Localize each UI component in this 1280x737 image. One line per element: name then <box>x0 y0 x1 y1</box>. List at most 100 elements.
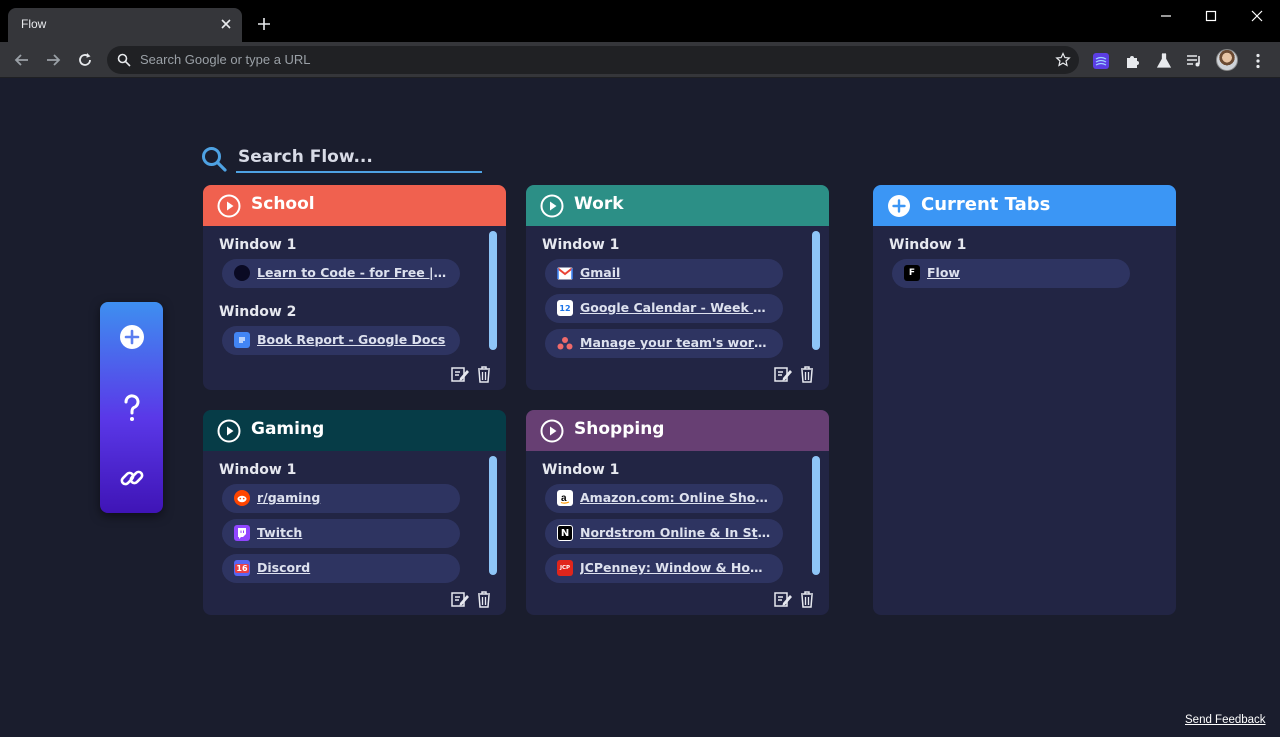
question-mark-icon <box>124 394 140 421</box>
discord-icon: 16 <box>234 560 250 576</box>
tab-item-title: Twitch <box>257 525 303 540</box>
group-card-work: Work Window 1 Gmail 12 Google Calendar -… <box>526 185 829 390</box>
reload-icon[interactable] <box>75 50 95 70</box>
tab-item[interactable]: 12 Google Calendar - Week of ... <box>545 294 783 323</box>
tab-item-title: Amazon.com: Online Shopp... <box>580 490 772 505</box>
tab-item[interactable]: Twitch <box>222 519 460 548</box>
group-actions <box>773 589 819 609</box>
jcpenney-icon: JCP <box>557 560 573 576</box>
tab-item[interactable]: 16 Discord <box>222 554 460 583</box>
scrollbar[interactable] <box>812 456 820 575</box>
play-circle-icon[interactable] <box>217 419 241 443</box>
media-queue-icon[interactable] <box>1185 52 1203 70</box>
extensions-puzzle-icon[interactable] <box>1124 52 1142 70</box>
scrollbar[interactable] <box>489 231 497 350</box>
window-label: Window 1 <box>889 237 967 253</box>
forward-icon[interactable] <box>43 50 63 70</box>
minimize-icon[interactable] <box>1154 6 1178 26</box>
nordstrom-letter: N <box>560 527 570 539</box>
twitch-icon <box>234 525 250 541</box>
group-card-shopping: Shopping Window 1 a Amazon.com: Online S… <box>526 410 829 615</box>
window-label: Window 2 <box>219 304 297 320</box>
tab-item[interactable]: Learn to Code - for Free | C... <box>222 259 460 288</box>
group-title: Gaming <box>251 419 325 439</box>
tab-item-title: Learn to Code - for Free | C... <box>257 265 449 280</box>
share-link-button[interactable] <box>116 462 148 494</box>
browser-toolbar: Search Google or type a URL <box>0 42 1280 78</box>
help-button[interactable] <box>116 392 148 424</box>
trash-icon[interactable] <box>474 364 494 384</box>
browser-menu-icon[interactable] <box>1249 52 1267 70</box>
flow-letter: F <box>908 268 916 278</box>
current-tabs-title: Current Tabs <box>921 194 1051 215</box>
trash-icon[interactable] <box>474 589 494 609</box>
tab-item-title: Nordstrom Online & In Stor... <box>580 525 772 540</box>
send-feedback-link[interactable]: Send Feedback <box>1185 714 1266 726</box>
browser-tab-flow[interactable]: Flow <box>8 8 242 42</box>
window-label: Window 1 <box>542 237 620 253</box>
window-label: Window 1 <box>219 462 297 478</box>
profile-avatar[interactable] <box>1216 49 1238 71</box>
google-calendar-icon: 12 <box>557 300 573 316</box>
group-header-school: School <box>203 185 506 226</box>
tab-item[interactable]: r/gaming <box>222 484 460 513</box>
asana-icon <box>557 335 573 351</box>
add-group-button[interactable] <box>116 321 148 353</box>
google-docs-icon <box>234 332 250 348</box>
maximize-icon[interactable] <box>1199 6 1223 26</box>
group-title: Shopping <box>574 419 665 439</box>
search-icon <box>117 53 131 67</box>
play-circle-icon[interactable] <box>540 419 564 443</box>
tab-item[interactable]: JCP JCPenney: Window & Home... <box>545 554 783 583</box>
tab-item[interactable]: Manage your team's work, p... <box>545 329 783 358</box>
tab-item[interactable]: N Nordstrom Online & In Stor... <box>545 519 783 548</box>
tab-item[interactable]: Book Report - Google Docs <box>222 326 460 355</box>
tab-item-title: Discord <box>257 560 311 575</box>
window-label: Window 1 <box>542 462 620 478</box>
close-tab-icon[interactable] <box>218 16 234 32</box>
tab-item-title: Google Calendar - Week of ... <box>580 300 772 315</box>
tab-title: Flow <box>21 17 47 31</box>
group-header-shopping: Shopping <box>526 410 829 451</box>
plus-circle-icon <box>120 325 144 349</box>
edit-icon[interactable] <box>773 364 793 384</box>
address-bar[interactable]: Search Google or type a URL <box>107 46 1079 74</box>
group-card-school: School Window 1 Learn to Code - for Free… <box>203 185 506 390</box>
flow-sidebar <box>100 302 163 513</box>
back-icon[interactable] <box>12 50 32 70</box>
trash-icon[interactable] <box>797 589 817 609</box>
tab-item-title: Book Report - Google Docs <box>257 332 446 347</box>
group-header-work: Work <box>526 185 829 226</box>
play-circle-icon[interactable] <box>217 194 241 218</box>
close-window-icon[interactable] <box>1245 6 1269 26</box>
group-actions <box>450 364 496 384</box>
discord-badge: 16 <box>235 563 249 573</box>
freecodecamp-icon <box>234 265 250 281</box>
tab-item[interactable]: F Flow <box>892 259 1130 288</box>
new-tab-icon[interactable] <box>256 16 272 32</box>
tab-item-title: Manage your team's work, p... <box>580 335 772 350</box>
tab-item-title: r/gaming <box>257 490 321 505</box>
flow-search-input[interactable] <box>236 143 482 173</box>
plus-circle-icon[interactable] <box>887 194 911 218</box>
bookmark-star-icon[interactable] <box>1055 52 1071 68</box>
current-tabs-card: Current Tabs Window 1 F Flow <box>873 185 1176 615</box>
edit-icon[interactable] <box>773 589 793 609</box>
flow-extension-icon[interactable] <box>1092 52 1110 70</box>
group-card-gaming: Gaming Window 1 r/gaming Twitch 16 Disco… <box>203 410 506 615</box>
trash-icon[interactable] <box>797 364 817 384</box>
scrollbar[interactable] <box>489 456 497 575</box>
tab-item[interactable]: a Amazon.com: Online Shopp... <box>545 484 783 513</box>
flow-icon: F <box>904 265 920 281</box>
reddit-icon <box>234 490 250 506</box>
scrollbar[interactable] <box>812 231 820 350</box>
flow-search <box>200 143 482 175</box>
edit-icon[interactable] <box>450 364 470 384</box>
address-bar-placeholder: Search Google or type a URL <box>140 52 311 67</box>
tab-item[interactable]: Gmail <box>545 259 783 288</box>
labs-flask-icon[interactable] <box>1155 52 1173 70</box>
play-circle-icon[interactable] <box>540 194 564 218</box>
window-label: Window 1 <box>219 237 297 253</box>
group-title: School <box>251 194 315 214</box>
edit-icon[interactable] <box>450 589 470 609</box>
